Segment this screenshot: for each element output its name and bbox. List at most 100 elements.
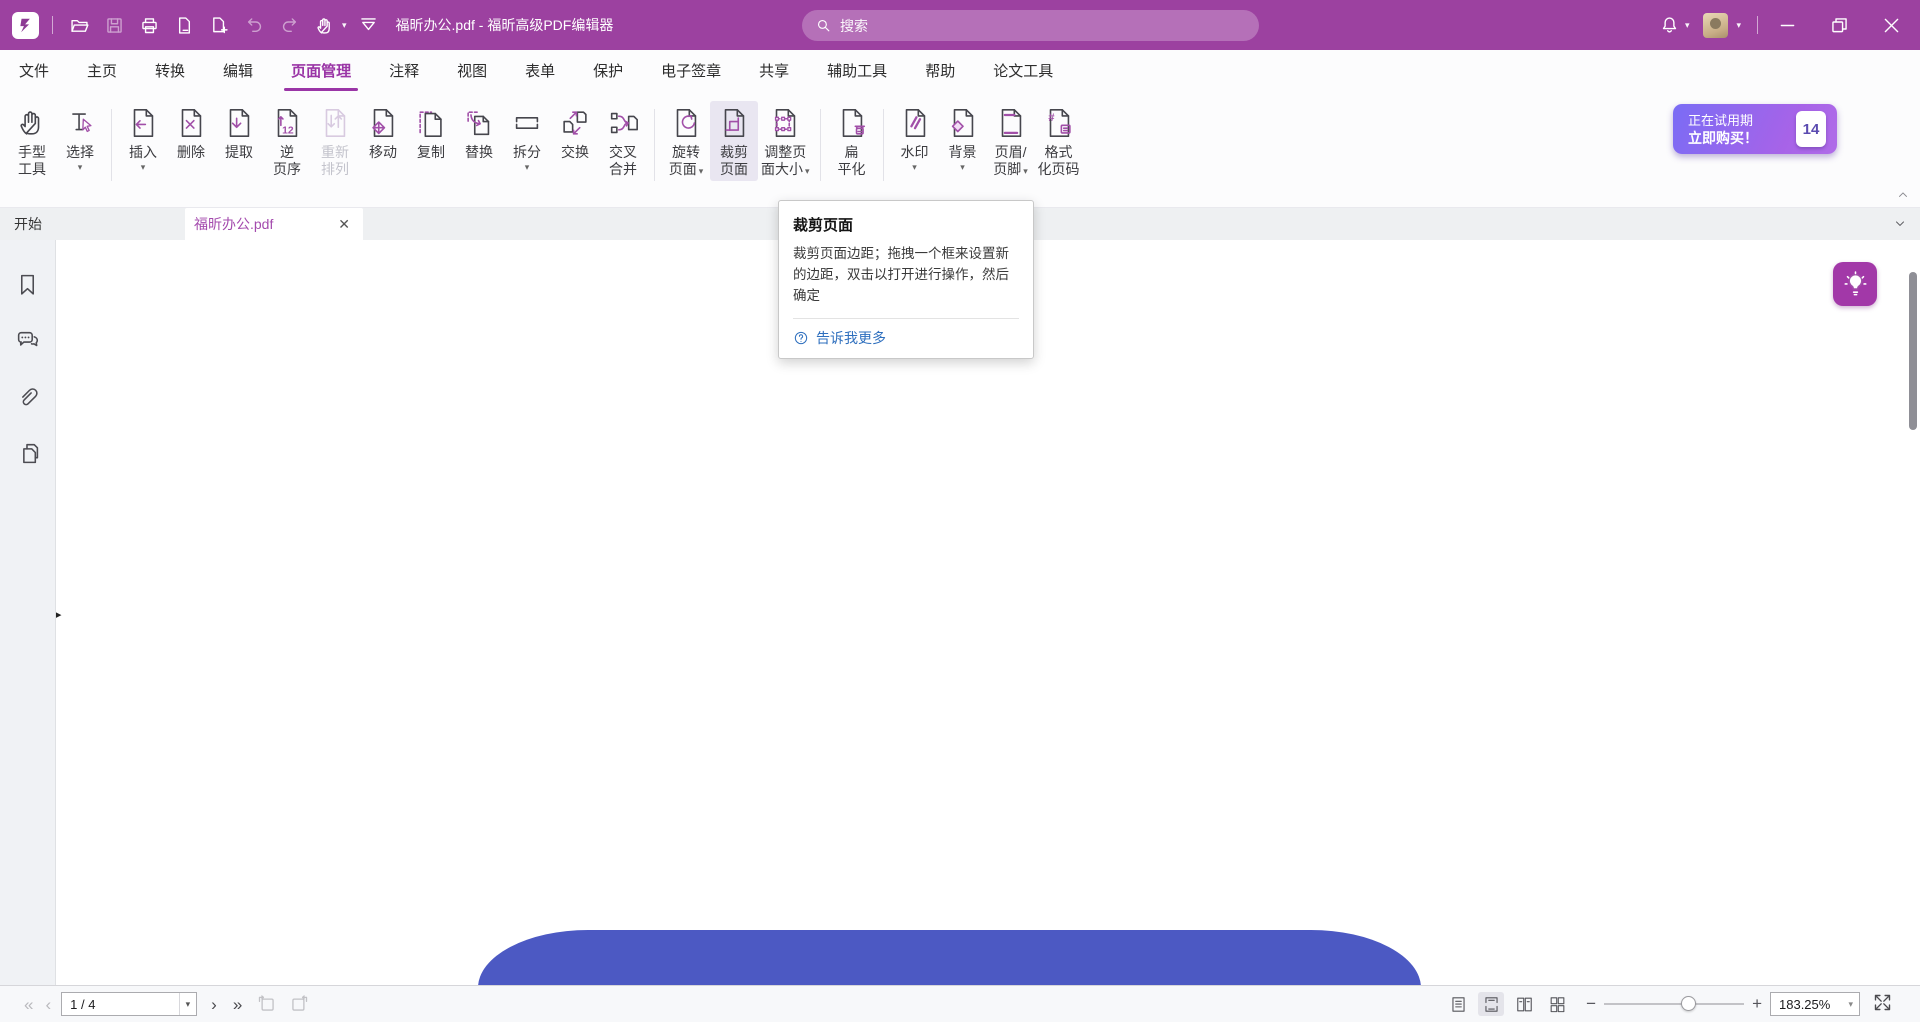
menu-tab-home[interactable]: 主页 (68, 50, 136, 94)
extract-pages-button[interactable] (171, 12, 197, 38)
facing-continuous-view-button[interactable] (1544, 992, 1570, 1016)
tab-close-icon[interactable]: ✕ (338, 217, 350, 231)
menu-tab-convert[interactable]: 转换 (136, 50, 204, 94)
ribbon-tool-background[interactable]: 背景 ▾ (939, 101, 987, 175)
ribbon-tool-hand[interactable]: 手型 工具 (8, 101, 56, 181)
pages-panel-button[interactable] (14, 438, 42, 466)
dropdown-caret[interactable]: ▾ (1848, 999, 1853, 1010)
vertical-scrollbar-thumb[interactable] (1909, 272, 1917, 430)
app-logo-icon[interactable] (12, 11, 39, 39)
menu-bar: 文件 主页 转换 编辑 页面管理 注释 视图 表单 保护 电子签章 共享 辅助工具 帮助 论文工具 (0, 50, 1920, 94)
zoom-level-combobox[interactable]: 183.25% ▾ (1770, 992, 1860, 1016)
continuous-view-button[interactable] (1478, 992, 1505, 1016)
menu-tab-file[interactable]: 文件 (0, 50, 68, 94)
menu-tab-page-management[interactable]: 页面管理 (272, 50, 370, 94)
trial-purchase-banner[interactable]: 正在试用期 立即购买！ 14 (1673, 104, 1837, 154)
trial-days-badge: 14 (1796, 111, 1826, 147)
crossmerge-icon (606, 106, 640, 140)
menu-tab-form[interactable]: 表单 (506, 50, 574, 94)
dropdown-caret[interactable]: ▾ (178, 993, 190, 1015)
ribbon-tool-watermark[interactable]: 水印 ▾ (891, 101, 939, 175)
fullscreen-icon (1872, 992, 1893, 1013)
navigation-panel-sidebar (0, 240, 56, 985)
open-file-button[interactable] (66, 12, 92, 38)
toolbar-divider (52, 16, 53, 34)
tab-start[interactable]: 开始 (0, 208, 185, 240)
menu-tab-esign[interactable]: 电子签章 (642, 50, 740, 94)
menu-tab-protect[interactable]: 保护 (574, 50, 642, 94)
menu-tab-share[interactable]: 共享 (740, 50, 808, 94)
menu-tab-paper-tools[interactable]: 论文工具 (974, 50, 1072, 94)
ribbon-tool-crossmerge[interactable]: 交叉 合并 (599, 101, 647, 181)
ribbon-tool-select[interactable]: 选择 ▾ (56, 101, 104, 175)
search-input[interactable] (802, 10, 1259, 41)
reverse-icon (270, 106, 304, 140)
ribbon-tool-pagenumber[interactable]: 格式 化页码 (1035, 101, 1083, 181)
zoom-out-button[interactable]: − (1586, 994, 1596, 1014)
comments-panel-button[interactable] (14, 326, 42, 354)
bookmarks-panel-button[interactable] (14, 270, 42, 298)
ribbon-tool-label: 提取 (225, 144, 253, 160)
customize-toolbar-button[interactable] (356, 12, 382, 38)
menu-tab-accessibility[interactable]: 辅助工具 (808, 50, 906, 94)
ribbon-tool-label: 删除 (177, 144, 205, 160)
ribbon-tool-label: 交换 (561, 144, 589, 160)
next-page-button[interactable]: › (211, 996, 217, 1013)
ribbon-tool-replace[interactable]: 替换 (455, 101, 503, 164)
dropdown-caret[interactable]: ▾ (1736, 20, 1741, 31)
paperclip-icon (15, 384, 40, 409)
user-avatar[interactable] (1703, 12, 1729, 38)
collapse-ribbon-button[interactable] (1896, 188, 1912, 204)
close-button[interactable] (1878, 12, 1904, 38)
dropdown-caret[interactable]: ▾ (1685, 20, 1690, 31)
ribbon-tool-rotate[interactable]: 旋转 页面 ▾ (662, 101, 710, 183)
dropdown-caret[interactable]: ▾ (342, 20, 347, 31)
tell-me-more-link[interactable]: 告诉我更多 (793, 328, 1019, 348)
dropdown-caret: ▾ (77, 162, 83, 172)
assistant-tips-button[interactable] (1833, 262, 1877, 306)
notifications-button[interactable] (1657, 12, 1683, 38)
page-number-combobox[interactable]: 1 / 4 ▾ (61, 992, 198, 1016)
extract-icon (222, 106, 256, 140)
previous-view-icon (256, 993, 277, 1014)
hand-tool-quick-button[interactable] (311, 12, 337, 38)
minimize-button[interactable] (1774, 12, 1800, 38)
print-button[interactable] (136, 12, 162, 38)
attachments-panel-button[interactable] (14, 382, 42, 410)
single-page-view-button[interactable] (1445, 992, 1471, 1016)
window-title: 福昕办公.pdf - 福昕高级PDF编辑器 (395, 17, 614, 33)
zoom-in-button[interactable]: + (1752, 994, 1762, 1014)
ribbon-tool-label: 重新 排列 (321, 144, 349, 177)
ribbon-tool-resize[interactable]: 调整页 面大小 ▾ (758, 101, 813, 183)
ribbon-tool-flatten[interactable]: 扁 平化 (828, 101, 876, 181)
quick-access-toolbar: ▾ (0, 11, 382, 39)
ribbon-tool-delete[interactable]: 删除 (167, 101, 215, 164)
ribbon-tool-reverse[interactable]: 逆 页序 (263, 101, 311, 181)
insert-page-button[interactable] (206, 12, 232, 38)
ribbon-tool-headerfooter[interactable]: 页眉/ 页脚 ▾ (987, 101, 1035, 183)
ribbon-tool-copy[interactable]: 复制 (407, 101, 455, 164)
facing-view-button[interactable] (1511, 992, 1537, 1016)
zoom-slider-thumb[interactable] (1681, 996, 1697, 1011)
menu-tab-edit[interactable]: 编辑 (204, 50, 272, 94)
facing-continuous-icon (1548, 995, 1567, 1014)
sidebar-expand-handle[interactable]: ▶ (56, 608, 61, 621)
restore-button[interactable] (1826, 12, 1852, 38)
ribbon-tool-move[interactable]: 移动 (359, 101, 407, 164)
ribbon-tool-extract[interactable]: 提取 (215, 101, 263, 164)
menu-tab-comment[interactable]: 注释 (370, 50, 438, 94)
menu-tab-help[interactable]: 帮助 (906, 50, 974, 94)
fullscreen-button[interactable] (1872, 992, 1896, 1016)
zoom-slider[interactable] (1604, 996, 1745, 1012)
ribbon-tool-crop[interactable]: 裁剪 页面 (710, 101, 758, 181)
last-page-button[interactable]: » (233, 996, 242, 1013)
ribbon-tool-label: 拆分 (513, 144, 541, 160)
search-box[interactable] (802, 10, 1259, 41)
ribbon-tool-swap[interactable]: 交换 (551, 101, 599, 164)
tab-list-button[interactable] (1893, 217, 1907, 231)
tab-document-active[interactable]: 福昕办公.pdf ✕ (185, 208, 363, 240)
ribbon-tool-split[interactable]: 拆分 ▾ (503, 101, 551, 175)
menu-tab-view[interactable]: 视图 (438, 50, 506, 94)
close-icon (1881, 15, 1902, 36)
ribbon-tool-insert[interactable]: 插入 ▾ (119, 101, 167, 175)
